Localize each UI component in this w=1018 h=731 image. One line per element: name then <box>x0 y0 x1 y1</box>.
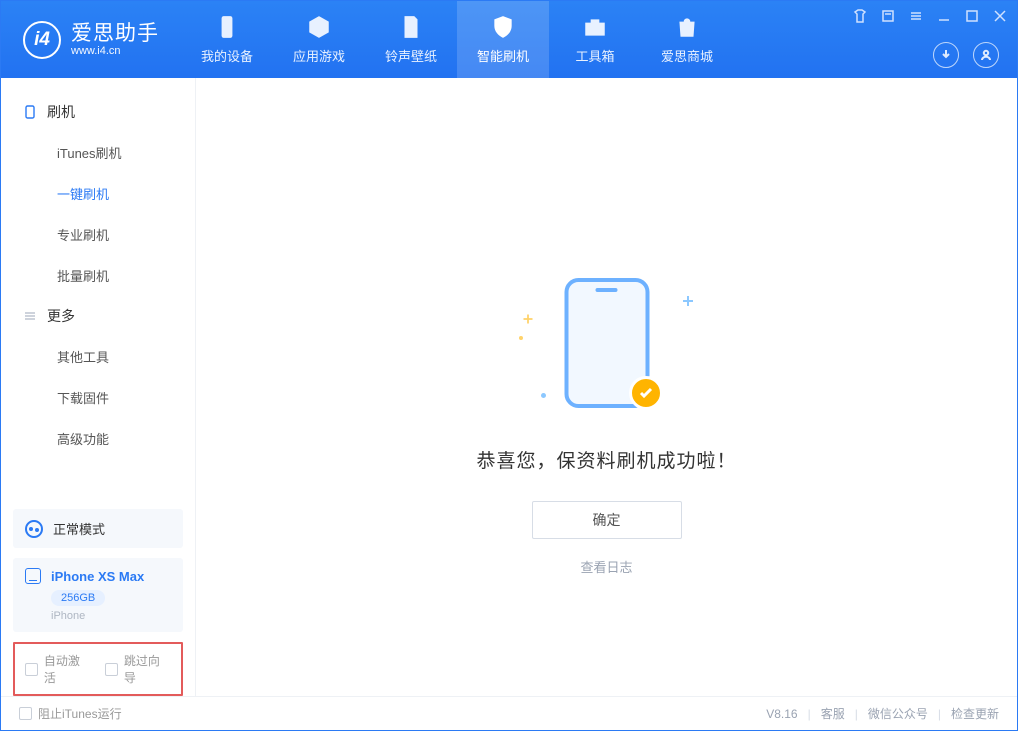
device-name: iPhone XS Max <box>51 569 144 584</box>
success-message: 恭喜您，保资料刷机成功啦！ <box>476 446 736 473</box>
tab-label: 爱思商城 <box>661 46 713 65</box>
device-capacity-badge: 256GB <box>51 590 105 606</box>
checkbox-block-itunes[interactable]: 阻止iTunes运行 <box>19 705 122 722</box>
group-title: 更多 <box>47 306 75 326</box>
sidebar-item-other-tools[interactable]: 其他工具 <box>1 336 195 377</box>
note-icon[interactable] <box>881 9 895 23</box>
ok-button[interactable]: 确定 <box>532 501 682 539</box>
checkbox-label: 跳过向导 <box>124 652 171 686</box>
sidebar-bottom: 正常模式 iPhone XS Max 256GB iPhone <box>1 509 195 642</box>
view-log-link[interactable]: 查看日志 <box>580 557 632 576</box>
window-controls <box>853 9 1007 23</box>
status-left: 阻止iTunes运行 <box>19 705 122 722</box>
user-icon[interactable] <box>973 42 999 68</box>
sidebar-item-advanced[interactable]: 高级功能 <box>1 418 195 459</box>
checkbox-box-icon <box>25 663 38 676</box>
titlebar: i4 爱思助手 www.i4.cn 我的设备 应用游戏 铃声壁纸 智能刷机 <box>1 1 1017 78</box>
tab-apps-games[interactable]: 应用游戏 <box>273 1 365 78</box>
music-file-icon <box>398 14 424 40</box>
brand-text: 爱思助手 www.i4.cn <box>71 22 159 57</box>
separator: | <box>808 707 811 721</box>
shopping-bag-icon <box>674 14 700 40</box>
check-update-link[interactable]: 检查更新 <box>951 705 999 722</box>
mode-card[interactable]: 正常模式 <box>13 509 183 548</box>
phone-icon <box>214 14 240 40</box>
tab-label: 我的设备 <box>201 46 253 65</box>
wechat-link[interactable]: 微信公众号 <box>868 705 928 722</box>
device-card[interactable]: iPhone XS Max 256GB iPhone <box>13 558 183 632</box>
download-icon[interactable] <box>933 42 959 68</box>
list-icon <box>23 309 37 323</box>
dot-icon <box>541 393 546 398</box>
device-row: iPhone XS Max <box>25 568 171 584</box>
sparkle-icon <box>683 296 693 306</box>
group-title: 刷机 <box>47 102 75 122</box>
sidebar-item-download-firmware[interactable]: 下载固件 <box>1 377 195 418</box>
tab-smart-flash[interactable]: 智能刷机 <box>457 1 549 78</box>
header-right-icons <box>933 42 999 68</box>
sidebar: 刷机 iTunes刷机 一键刷机 专业刷机 批量刷机 更多 其他工具 下载固件 … <box>1 78 196 696</box>
brand-logo-icon: i4 <box>23 21 61 59</box>
main-content: 恭喜您，保资料刷机成功啦！ 确定 查看日志 <box>196 78 1017 696</box>
checkbox-box-icon <box>105 663 118 676</box>
cube-icon <box>306 14 332 40</box>
checkbox-label: 自动激活 <box>44 652 91 686</box>
maximize-icon[interactable] <box>965 9 979 23</box>
brand: i4 爱思助手 www.i4.cn <box>1 1 181 78</box>
brand-subtitle: www.i4.cn <box>71 45 159 57</box>
main-tabs: 我的设备 应用游戏 铃声壁纸 智能刷机 工具箱 爱思商城 <box>181 1 733 78</box>
sidebar-group-more: 更多 <box>1 296 195 336</box>
checkbox-auto-activate[interactable]: 自动激活 <box>25 652 91 686</box>
menu-icon[interactable] <box>909 9 923 23</box>
sidebar-scroll: 刷机 iTunes刷机 一键刷机 专业刷机 批量刷机 更多 其他工具 下载固件 … <box>1 78 195 509</box>
toolbox-icon <box>582 14 608 40</box>
sparkle-icon <box>523 315 532 324</box>
device-phone-icon <box>25 568 41 584</box>
sidebar-item-itunes-flash[interactable]: iTunes刷机 <box>1 132 195 173</box>
tab-store[interactable]: 爱思商城 <box>641 1 733 78</box>
brand-title: 爱思助手 <box>71 22 159 45</box>
body: 刷机 iTunes刷机 一键刷机 专业刷机 批量刷机 更多 其他工具 下载固件 … <box>1 78 1017 696</box>
close-icon[interactable] <box>993 9 1007 23</box>
minimize-icon[interactable] <box>937 9 951 23</box>
statusbar: 阻止iTunes运行 V8.16 | 客服 | 微信公众号 | 检查更新 <box>1 696 1017 730</box>
sidebar-item-batch-flash[interactable]: 批量刷机 <box>1 255 195 296</box>
sidebar-item-pro-flash[interactable]: 专业刷机 <box>1 214 195 255</box>
flash-options-highlight: 自动激活 跳过向导 <box>13 642 183 696</box>
tab-my-device[interactable]: 我的设备 <box>181 1 273 78</box>
status-right: V8.16 | 客服 | 微信公众号 | 检查更新 <box>766 705 999 722</box>
tab-label: 铃声壁纸 <box>385 46 437 65</box>
shield-refresh-icon <box>490 14 516 40</box>
tab-label: 智能刷机 <box>477 46 529 65</box>
support-link[interactable]: 客服 <box>821 705 845 722</box>
checkbox-skip-guide[interactable]: 跳过向导 <box>105 652 171 686</box>
check-badge-icon <box>629 376 663 410</box>
version-label: V8.16 <box>766 707 797 721</box>
mode-icon <box>25 520 43 538</box>
sidebar-item-onekey-flash[interactable]: 一键刷机 <box>1 173 195 214</box>
dot-icon <box>519 336 523 340</box>
checkbox-box-icon <box>19 707 32 720</box>
device-icon <box>23 105 37 119</box>
tab-toolbox[interactable]: 工具箱 <box>549 1 641 78</box>
device-type: iPhone <box>51 610 171 622</box>
checkbox-label: 阻止iTunes运行 <box>38 705 122 722</box>
separator: | <box>938 707 941 721</box>
tab-label: 应用游戏 <box>293 46 345 65</box>
sidebar-group-flash: 刷机 <box>1 92 195 132</box>
mode-label: 正常模式 <box>53 519 105 538</box>
separator: | <box>855 707 858 721</box>
tab-label: 工具箱 <box>575 46 614 65</box>
app-window: i4 爱思助手 www.i4.cn 我的设备 应用游戏 铃声壁纸 智能刷机 <box>0 0 1018 731</box>
success-illustration <box>517 278 697 418</box>
shirt-icon[interactable] <box>853 9 867 23</box>
tab-ringtones-wallpapers[interactable]: 铃声壁纸 <box>365 1 457 78</box>
